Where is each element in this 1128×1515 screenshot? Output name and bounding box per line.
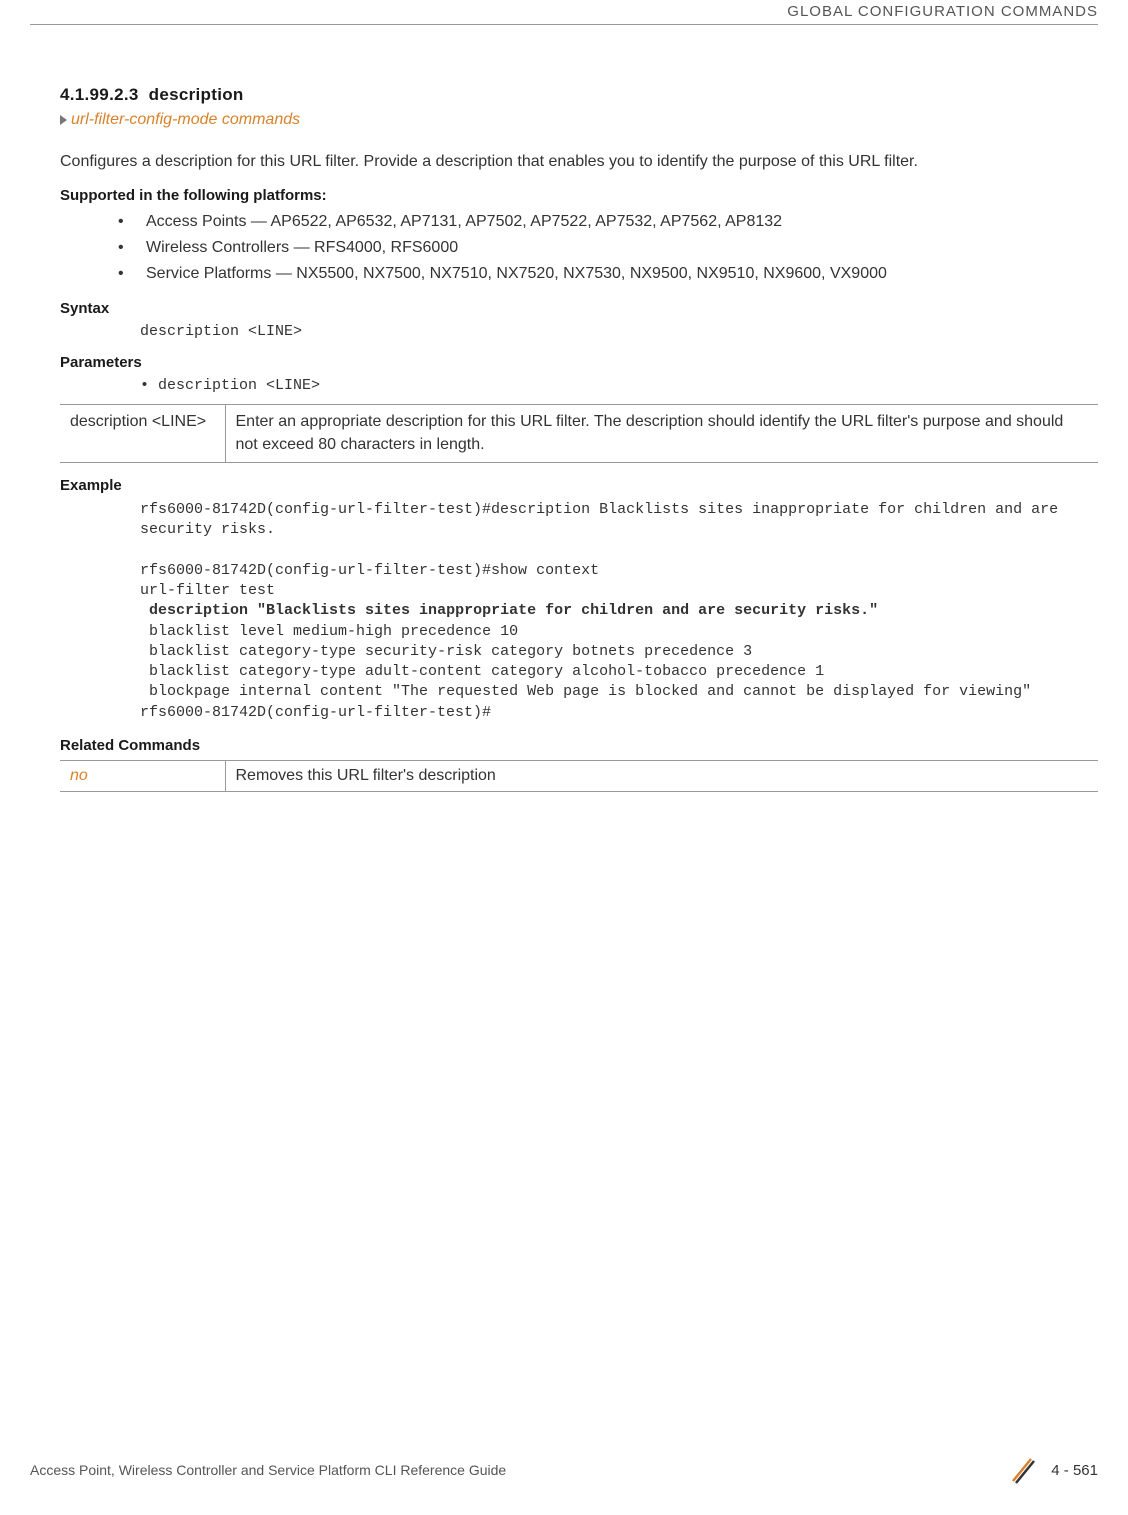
related-heading: Related Commands	[60, 737, 1098, 754]
example-line-bold: description "Blacklists sites inappropri…	[140, 602, 878, 619]
section-title: description	[149, 85, 244, 104]
section-number: 4.1.99.2.3	[60, 85, 139, 104]
page-number: 4 - 561	[1051, 1462, 1098, 1479]
table-row: description <LINE> Enter an appropriate …	[60, 405, 1098, 463]
example-heading: Example	[60, 477, 1098, 494]
platforms-list: Access Points — AP6522, AP6532, AP7131, …	[60, 210, 1098, 286]
platform-item: Wireless Controllers — RFS4000, RFS6000	[118, 236, 1098, 260]
main-content: 4.1.99.2.3 description url-filter-config…	[60, 85, 1098, 792]
example-line: blockpage internal content "The requeste…	[140, 683, 1031, 700]
example-line: rfs6000-81742D(config-url-filter-test)#d…	[140, 501, 1067, 538]
table-row: no Removes this URL filter's description	[60, 760, 1098, 791]
breadcrumb-text: url-filter-config-mode commands	[71, 111, 300, 128]
parameters-bullet: • description <LINE>	[140, 377, 1098, 394]
example-block: rfs6000-81742D(config-url-filter-test)# d…	[140, 500, 1098, 723]
platform-item: Access Points — AP6522, AP6532, AP7131, …	[118, 210, 1098, 234]
slash-icon	[1007, 1455, 1037, 1485]
intro-paragraph: Configures a description for this URL fi…	[60, 151, 1098, 173]
parameters-table: description <LINE> Enter an appropriate …	[60, 404, 1098, 463]
related-cmd: no	[60, 760, 225, 791]
syntax-line: description <LINE>	[140, 323, 1098, 340]
breadcrumb: url-filter-config-mode commands	[60, 111, 1098, 129]
example-line: blacklist category-type adult-content ca…	[140, 663, 824, 680]
footer-right: 4 - 561	[1007, 1455, 1098, 1485]
triangle-icon	[60, 115, 67, 125]
header-chapter: GLOBAL CONFIGURATION COMMANDS	[787, 3, 1098, 20]
footer-text: Access Point, Wireless Controller and Se…	[30, 1462, 506, 1478]
platform-item: Service Platforms — NX5500, NX7500, NX75…	[118, 262, 1098, 286]
header-rule	[30, 24, 1098, 25]
related-desc: Removes this URL filter's description	[225, 760, 1098, 791]
syntax-heading: Syntax	[60, 300, 1098, 317]
example-line: blacklist level medium-high precedence 1…	[140, 623, 518, 640]
example-line: url-filter test	[140, 582, 275, 599]
footer: Access Point, Wireless Controller and Se…	[30, 1455, 1098, 1485]
section-heading: 4.1.99.2.3 description	[60, 85, 1098, 105]
related-table: no Removes this URL filter's description	[60, 760, 1098, 792]
param-name: description <LINE>	[60, 405, 225, 463]
example-line: blacklist category-type security-risk ca…	[140, 643, 752, 660]
platforms-heading: Supported in the following platforms:	[60, 187, 1098, 204]
example-line: rfs6000-81742D(config-url-filter-test)#	[140, 704, 491, 721]
param-desc: Enter an appropriate description for thi…	[225, 405, 1098, 463]
parameters-heading: Parameters	[60, 354, 1098, 371]
example-line: rfs6000-81742D(config-url-filter-test)#s…	[140, 562, 599, 579]
